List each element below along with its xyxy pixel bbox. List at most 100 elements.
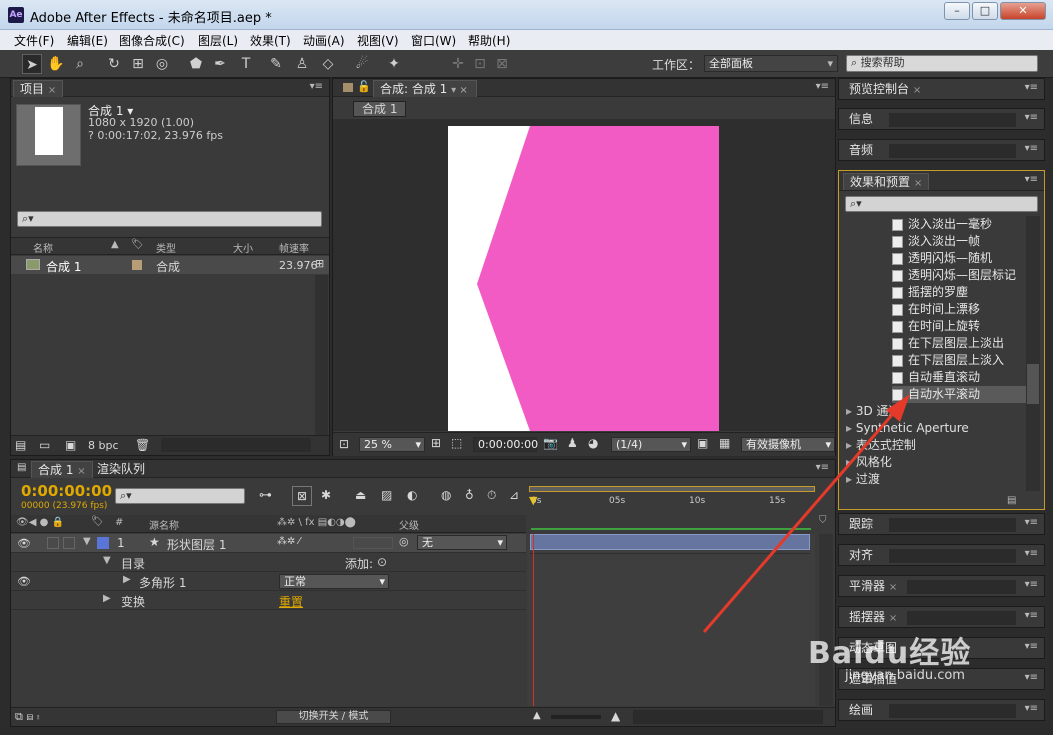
panel-menu-icon[interactable]: ▾≡ [310, 81, 323, 92]
layer-switches-icon[interactable]: ⁂✲ ⁄ [277, 536, 300, 547]
selection-tool-icon[interactable]: ➤ [22, 54, 42, 74]
project-row[interactable]: 合成 1 合成 23.976 ⊞ [11, 256, 329, 274]
solo-checkbox[interactable] [47, 537, 59, 549]
timeline-hscroll[interactable] [633, 710, 823, 724]
mini-flowchart-icon[interactable]: ⊶ [259, 488, 272, 503]
tab-timeline-comp[interactable]: 合成 1 × [31, 461, 93, 478]
trash-icon[interactable]: 🗑 [135, 438, 150, 452]
expand-arrow-icon[interactable]: ▼ [83, 536, 91, 547]
workspace-select[interactable]: 全部面板 ▾ [704, 55, 838, 72]
polygon-row[interactable]: 👁 ▶ 多角形 1 正常 ▾ [11, 572, 526, 591]
lock-checkbox[interactable] [63, 537, 75, 549]
eraser-tool-icon[interactable]: ◇ [318, 54, 338, 74]
tab-render-queue[interactable]: 渲染队列 [91, 461, 151, 478]
roto-brush-tool-icon[interactable]: ☄ [352, 54, 372, 74]
tab-paint[interactable]: 绘画 [843, 702, 879, 719]
close-button[interactable]: ✕ [1000, 2, 1046, 20]
effect-item[interactable]: 在时间上旋转 [892, 318, 980, 335]
expand-arrow-icon[interactable]: ▶ [123, 574, 131, 585]
axis-mode2-icon[interactable]: ⊡ [470, 54, 490, 74]
effect-item[interactable]: 透明闪烁—随机 [892, 250, 992, 267]
menu-effect[interactable]: 效果(T) [250, 32, 291, 49]
col-size[interactable]: 大小 [233, 240, 253, 255]
project-scrollbar[interactable] [315, 275, 328, 435]
camera-tool-icon[interactable]: ⊞ [128, 54, 148, 74]
help-search-input[interactable]: ⌕ 搜索帮助 [846, 55, 1038, 72]
comp-subtab[interactable]: 合成 1 [353, 101, 407, 117]
panel-menu-icon[interactable]: ▾≡ [1025, 174, 1038, 185]
tab-effects-presets[interactable]: 效果和预置 × [843, 173, 930, 190]
resolution-select[interactable]: (1/4) ▾ [611, 437, 691, 452]
hand-tool-icon[interactable]: ✋ [46, 54, 66, 74]
col-parent[interactable]: 父级 [399, 517, 419, 532]
text-tool-icon[interactable]: T [236, 54, 256, 74]
col-fps[interactable]: 帧速率 [279, 240, 309, 255]
shy-layers-icon[interactable]: ✱ [321, 488, 331, 502]
menu-composition[interactable]: 图像合成(C) [119, 32, 185, 49]
current-time-indicator[interactable] [533, 534, 534, 706]
expand-arrow-icon[interactable]: ▼ [103, 555, 111, 566]
grid-icon[interactable]: ⊞ [431, 436, 441, 450]
effects-search-input[interactable]: ⌕▾ [845, 196, 1038, 212]
tab-composition[interactable]: 合成: 合成 1 ▾ × [373, 80, 477, 97]
timeline-search-input[interactable]: ⌕▾ [115, 488, 245, 504]
minimize-button[interactable]: – [944, 2, 970, 20]
menu-layer[interactable]: 图层(L) [198, 32, 238, 49]
channel-icon[interactable]: ◕ [588, 436, 598, 450]
draft-3d-icon[interactable]: ⊠ [292, 486, 312, 506]
axis-mode3-icon[interactable]: ⊠ [492, 54, 512, 74]
menu-animation[interactable]: 动画(A) [303, 32, 345, 49]
maximize-button[interactable]: □ [972, 2, 998, 20]
panel-menu-icon[interactable]: ▾≡ [1025, 579, 1038, 590]
effect-item[interactable]: 在下层图层上淡入 [892, 352, 1004, 369]
zoom-tool-icon[interactable]: ⌕ [70, 54, 90, 74]
col-name[interactable]: 名称 [33, 240, 53, 255]
playhead-icon[interactable]: ▼ [529, 494, 537, 507]
panel-menu-icon[interactable]: ▾≡ [1025, 82, 1038, 93]
frame-blending-icon[interactable]: ⏏ [355, 488, 366, 502]
effect-item[interactable]: 透明闪烁—图层标记 [892, 267, 1016, 284]
bpc-label[interactable]: 8 bpc [88, 439, 119, 452]
toggle-switches-modes-button[interactable]: 切换开关 / 模式 [276, 710, 391, 724]
tab-audio[interactable]: 音频 [843, 142, 879, 159]
pen-tool-icon[interactable]: ✒ [210, 54, 230, 74]
blend-mode-select[interactable]: 正常 ▾ [279, 574, 389, 589]
snapshot-icon[interactable]: 📷 [543, 436, 558, 450]
effect-item[interactable]: 摇摆的罗塵 [892, 284, 968, 301]
effect-item[interactable]: 淡入淡出一帧 [892, 233, 980, 250]
layer-row[interactable]: 👁 ▼ 1 ★ 形状图层 1 ⁂✲ ⁄ ◎ 无 ▾ [11, 534, 526, 553]
current-time-field[interactable]: 0:00:00:00 [473, 437, 538, 452]
visibility-eye-icon[interactable]: 👁 [17, 537, 31, 550]
contents-row[interactable]: ▼ 目录 添加: ⊙ [11, 553, 526, 572]
panel-menu-icon[interactable]: ▾≡ [816, 81, 829, 92]
brush-tool-icon[interactable]: ✎ [266, 54, 286, 74]
panel-menu-icon[interactable]: ▾≡ [1025, 610, 1038, 621]
panel-menu-icon[interactable]: ▾≡ [1025, 703, 1038, 714]
project-hscroll[interactable] [161, 438, 311, 452]
zoom-in-icon[interactable]: ▲ [611, 709, 620, 723]
flowchart-icon[interactable]: ⊞ [315, 257, 324, 270]
graph-toggle-icon[interactable]: ⊿ [509, 488, 519, 502]
add-label[interactable]: 添加: [345, 555, 373, 572]
tab-info[interactable]: 信息 [843, 111, 879, 128]
effect-item[interactable]: 在时间上漂移 [892, 301, 980, 318]
project-search-input[interactable]: ⌕▾ [17, 211, 322, 227]
menu-edit[interactable]: 编辑(E) [67, 32, 108, 49]
axis-mode-icon[interactable]: ✛ [448, 54, 468, 74]
layer-name[interactable]: 形状图层 1 [167, 536, 226, 553]
panel-menu-icon[interactable]: ▾≡ [1025, 112, 1038, 123]
visibility-eye-icon[interactable]: 👁 [17, 575, 31, 588]
brainstorm-icon[interactable]: ◍ [441, 488, 451, 502]
mode-boxes[interactable] [353, 537, 393, 549]
menu-view[interactable]: 视图(V) [357, 32, 399, 49]
add-arrow-icon[interactable]: ⊙ [377, 555, 387, 569]
effect-item[interactable]: 在下层图层上淡出 [892, 335, 1004, 352]
tab-project[interactable]: 项目 × [13, 80, 64, 97]
layer-label-swatch[interactable] [97, 537, 109, 549]
show-snapshot-icon[interactable]: ♟ [567, 436, 578, 450]
new-preset-icon[interactable]: ▤ [1007, 495, 1016, 506]
interpret-footage-icon[interactable]: ▤ [15, 438, 26, 452]
shape-tool-icon[interactable]: ⬟ [186, 54, 206, 74]
col-source-name[interactable]: 源名称 [149, 517, 179, 532]
menu-window[interactable]: 窗口(W) [411, 32, 456, 49]
